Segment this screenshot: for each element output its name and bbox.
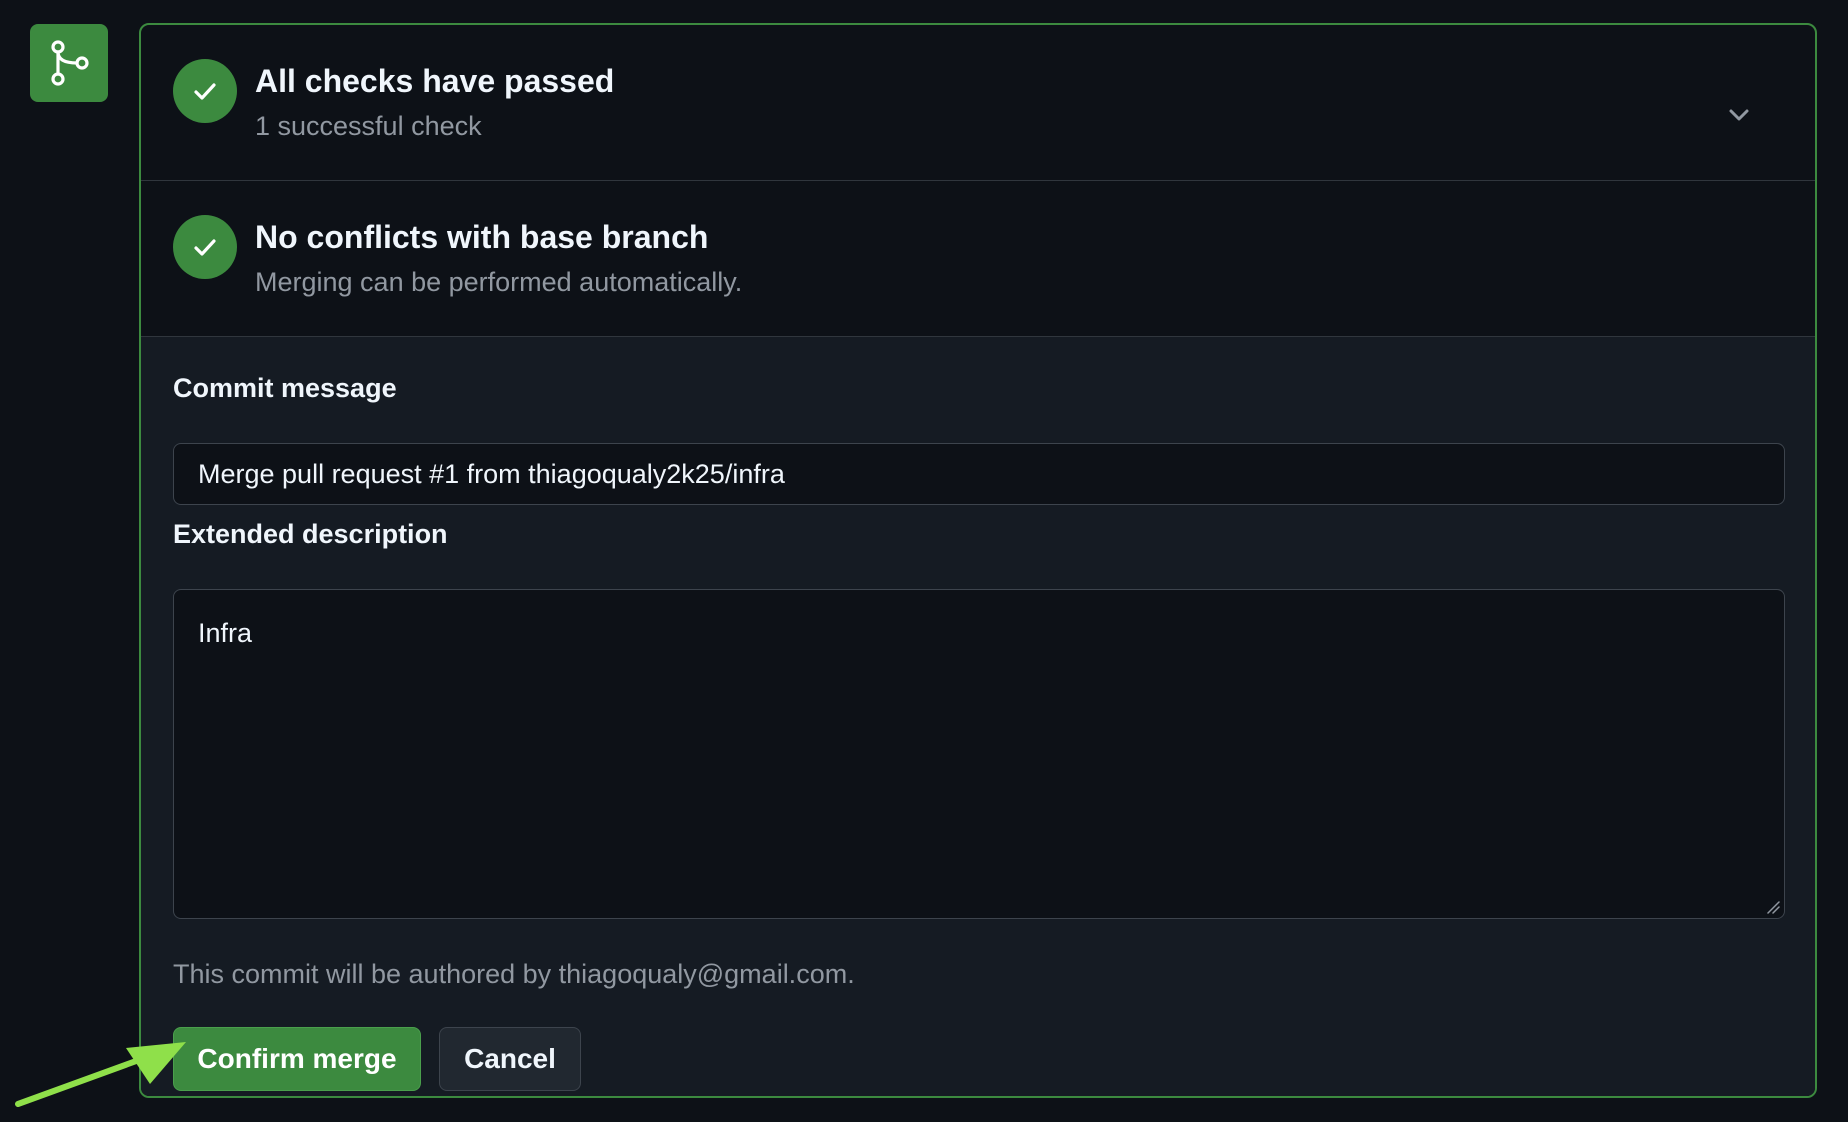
merge-panel: All checks have passed 1 successful chec… xyxy=(139,23,1817,1098)
cancel-button[interactable]: Cancel xyxy=(439,1027,581,1091)
commit-message-label: Commit message xyxy=(173,373,397,403)
checks-title: All checks have passed xyxy=(255,63,615,99)
conflicts-status-row: No conflicts with base branch Merging ca… xyxy=(141,181,1815,337)
check-icon xyxy=(173,215,237,279)
conflicts-subtitle: Merging can be performed automatically. xyxy=(255,267,743,297)
chevron-down-icon[interactable] xyxy=(1721,97,1757,133)
commit-message-input[interactable] xyxy=(173,443,1785,505)
check-icon xyxy=(173,59,237,123)
checks-status-row: All checks have passed 1 successful chec… xyxy=(141,25,1815,181)
confirm-merge-button[interactable]: Confirm merge xyxy=(173,1027,421,1091)
conflicts-title: No conflicts with base branch xyxy=(255,219,709,255)
git-merge-icon xyxy=(30,24,108,102)
checks-subtitle: 1 successful check xyxy=(255,111,482,141)
extended-description-textarea[interactable]: Infra xyxy=(173,589,1785,919)
resize-handle-icon[interactable] xyxy=(1766,900,1780,914)
commit-form: Commit message Extended description Infr… xyxy=(141,337,1815,1096)
extended-description-label: Extended description xyxy=(173,519,448,549)
author-note: This commit will be authored by thiagoqu… xyxy=(173,959,855,989)
annotation-arrow-icon xyxy=(15,1042,186,1107)
extended-description-text: Infra xyxy=(198,618,253,648)
